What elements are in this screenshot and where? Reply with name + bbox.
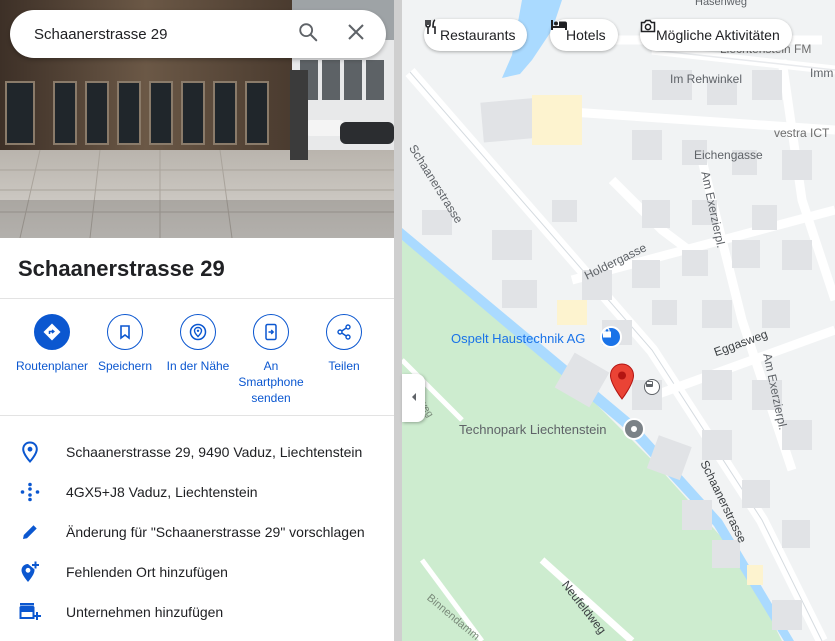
- plus-code-row[interactable]: 4GX5+J8 Vaduz, Liechtenstein: [0, 472, 394, 512]
- nearby-icon: [180, 314, 216, 350]
- add-business-text: Unternehmen hinzufügen: [66, 604, 224, 620]
- search-input[interactable]: Schaanerstrasse 29: [10, 26, 284, 43]
- chip-restaurants[interactable]: Restaurants: [424, 19, 528, 51]
- add-missing-place-text: Fehlenden Ort hinzufügen: [66, 564, 228, 580]
- edit-pencil-icon: [0, 522, 60, 542]
- poi-pin-icon[interactable]: [623, 418, 645, 440]
- share-button[interactable]: Teilen: [306, 314, 382, 374]
- send-to-phone-button[interactable]: An Smartphone senden: [233, 314, 309, 406]
- place-panel: Schaanerstrasse 29 Schaanerstrasse 29 Ro…: [0, 0, 394, 641]
- chip-things-to-do-label: Mögliche Aktivitäten: [656, 27, 780, 43]
- address-text: Schaanerstrasse 29, 9490 Vaduz, Liechten…: [66, 444, 363, 460]
- chip-hotels[interactable]: Hotels: [550, 19, 618, 51]
- send-to-phone-icon: [253, 314, 289, 350]
- directions-label: Routenplaner: [15, 359, 89, 373]
- directions-button[interactable]: Routenplaner: [14, 314, 90, 374]
- address-row[interactable]: Schaanerstrasse 29, 9490 Vaduz, Liechten…: [0, 432, 394, 472]
- chip-restaurants-label: Restaurants: [440, 27, 516, 43]
- shopping-bag-icon[interactable]: [600, 326, 622, 348]
- ospelt-label: Ospelt Haustechnik AG: [451, 331, 586, 346]
- suggest-edit-text: Änderung für "Schaanerstrasse 29" vorsch…: [66, 524, 365, 540]
- map-label-imm: Imm: [810, 66, 834, 80]
- search-button[interactable]: [284, 10, 332, 58]
- nearby-button[interactable]: In der Nähe: [160, 314, 236, 374]
- bus-stop-icon[interactable]: [644, 379, 660, 395]
- search-icon: [297, 21, 319, 48]
- search-box[interactable]: Schaanerstrasse 29: [10, 10, 386, 58]
- bookmark-icon: [107, 314, 143, 350]
- map-label-im-rehwinkel: Im Rehwinkel: [670, 72, 743, 86]
- add-business-row[interactable]: Unternehmen hinzufügen: [0, 592, 394, 632]
- nearby-label: In der Nähe: [166, 359, 230, 373]
- close-icon: [347, 23, 365, 46]
- suggest-edit-row[interactable]: Änderung für "Schaanerstrasse 29" vorsch…: [0, 512, 394, 552]
- map-label-eichengasse: Eichengasse: [694, 148, 763, 162]
- add-missing-place-row[interactable]: Fehlenden Ort hinzufügen: [0, 552, 394, 592]
- location-pin-icon: [0, 441, 60, 463]
- share-label: Teilen: [328, 359, 360, 373]
- divider: [0, 415, 394, 416]
- plus-code-icon: [0, 481, 60, 503]
- save-button[interactable]: Speichern: [87, 314, 163, 374]
- map-label-hasenweg: Hasenweg: [695, 0, 747, 8]
- plus-code-text: 4GX5+J8 Vaduz, Liechtenstein: [66, 484, 258, 500]
- map-label-ospelt[interactable]: Ospelt Haustechnik AG: [451, 331, 585, 346]
- send-to-phone-label: An Smartphone senden: [238, 359, 304, 405]
- place-title: Schaanerstrasse 29: [18, 256, 225, 281]
- collapse-panel-button[interactable]: [402, 374, 425, 422]
- close-button[interactable]: [332, 10, 380, 58]
- chip-hotels-label: Hotels: [566, 27, 606, 43]
- add-location-icon: [0, 560, 60, 584]
- map-canvas[interactable]: Hasenweg Im Rehwinkel Imm Liechtenstein …: [402, 0, 835, 641]
- chip-things-to-do[interactable]: Mögliche Aktivitäten: [640, 19, 792, 51]
- directions-icon: [34, 314, 70, 350]
- share-icon: [326, 314, 362, 350]
- divider: [0, 298, 394, 299]
- map-label-vestra: vestra ICT: [774, 126, 830, 140]
- save-label: Speichern: [97, 359, 153, 373]
- chevron-left-icon: [410, 389, 418, 407]
- add-business-icon: [0, 601, 60, 623]
- map-label-technopark[interactable]: Technopark Liechtenstein: [459, 422, 606, 437]
- panel-scrollbar[interactable]: [394, 0, 402, 641]
